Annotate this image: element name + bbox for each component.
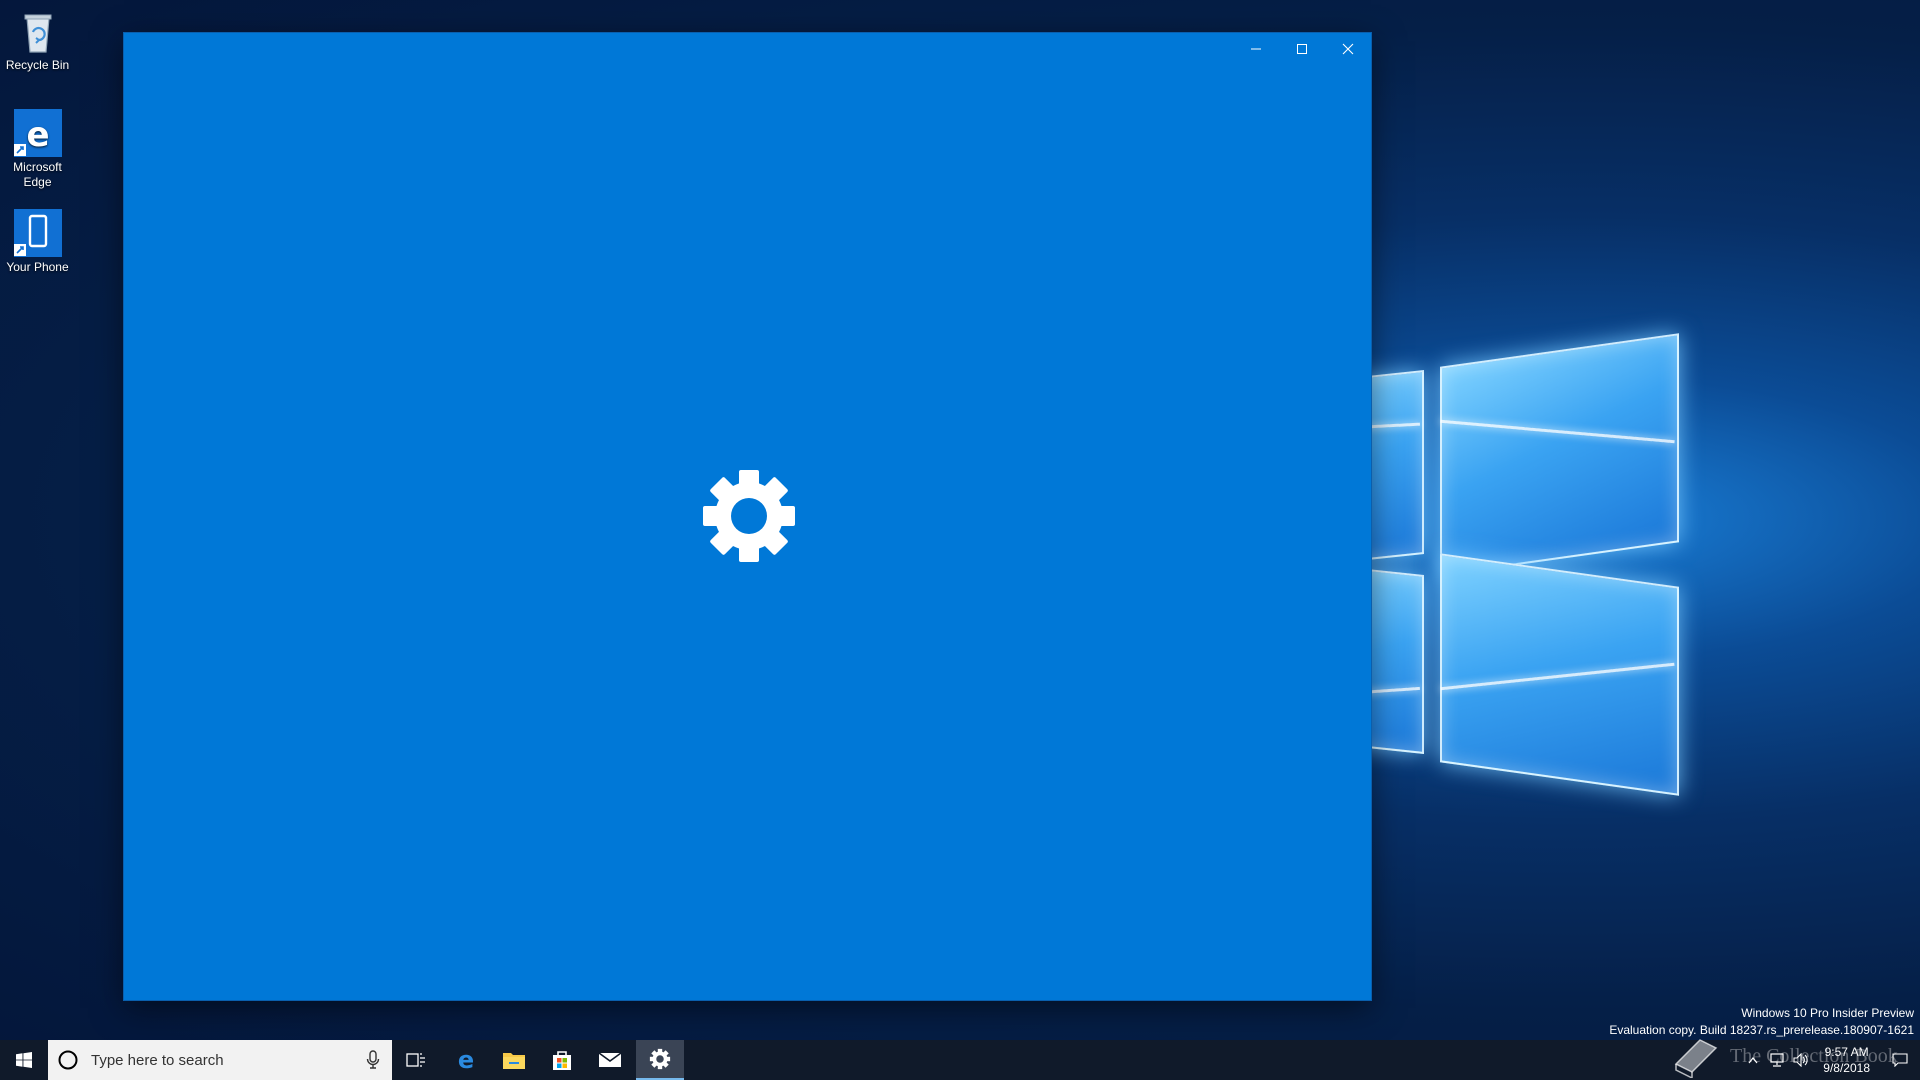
build-watermark: Windows 10 Pro Insider Preview Evaluatio… xyxy=(1609,1005,1914,1039)
volume-icon xyxy=(1793,1053,1808,1067)
task-view-button[interactable] xyxy=(392,1040,440,1080)
clock-date: 9/8/2018 xyxy=(1823,1061,1870,1075)
taskbar-search-box[interactable]: Type here to search xyxy=(48,1040,392,1080)
watermark-build: Evaluation copy. Build 18237.rs_prerelea… xyxy=(1609,1023,1914,1037)
store-icon xyxy=(553,1051,571,1070)
edge-icon: e xyxy=(458,1048,474,1072)
desktop: Recycle Bin e Microsoft Edge Your Phone xyxy=(0,0,1920,1080)
taskbar-file-explorer-button[interactable] xyxy=(490,1040,538,1080)
cortana-icon xyxy=(58,1050,78,1070)
taskbar-edge-button[interactable]: e xyxy=(442,1040,490,1080)
notification-icon xyxy=(1892,1053,1908,1067)
network-icon xyxy=(1770,1053,1784,1067)
clock-time: 9:57 AM xyxy=(1824,1045,1869,1059)
system-tray: 9:57 AM 9/8/2018 xyxy=(1741,1040,1920,1080)
desktop-icon-your-phone[interactable]: Your Phone xyxy=(0,208,75,275)
windows-start-icon xyxy=(16,1052,32,1068)
task-view-icon xyxy=(406,1053,425,1067)
phone-icon xyxy=(13,208,63,258)
edge-icon: e xyxy=(13,108,63,158)
taskbar-mail-button[interactable] xyxy=(586,1040,634,1080)
svg-text:e: e xyxy=(26,115,49,155)
settings-app-window[interactable] xyxy=(124,33,1371,1000)
microphone-icon[interactable] xyxy=(366,1050,380,1070)
close-icon xyxy=(1342,43,1354,55)
start-button[interactable] xyxy=(0,1040,48,1080)
taskbar-store-button[interactable] xyxy=(538,1040,586,1080)
desktop-icon-label: Your Phone xyxy=(6,260,69,274)
maximize-icon xyxy=(1297,44,1307,54)
desktop-icon-microsoft-edge[interactable]: e Microsoft Edge xyxy=(0,108,75,190)
taskbar: Type here to search e 9:57 AM 9/8/2018 xyxy=(0,1040,1920,1080)
settings-icon xyxy=(649,1048,671,1070)
svg-text:e: e xyxy=(458,1048,474,1072)
mail-icon xyxy=(598,1052,622,1067)
windows-logo-wallpaper xyxy=(1329,330,1770,800)
watermark-edition: Windows 10 Pro Insider Preview xyxy=(1741,1006,1914,1020)
maximize-button[interactable] xyxy=(1279,33,1325,65)
minimize-icon xyxy=(1251,48,1261,50)
show-hidden-icons-button[interactable] xyxy=(1741,1040,1765,1080)
close-button[interactable] xyxy=(1325,33,1371,65)
chevron-up-icon xyxy=(1748,1057,1758,1064)
volume-button[interactable] xyxy=(1789,1040,1813,1080)
taskbar-clock[interactable]: 9:57 AM 9/8/2018 xyxy=(1813,1044,1880,1076)
search-placeholder[interactable]: Type here to search xyxy=(91,1052,366,1069)
taskbar-settings-button[interactable] xyxy=(636,1040,684,1080)
action-center-button[interactable] xyxy=(1880,1040,1920,1080)
network-button[interactable] xyxy=(1765,1040,1789,1080)
desktop-icon-recycle-bin[interactable]: Recycle Bin xyxy=(0,6,75,73)
gear-icon xyxy=(703,470,795,562)
desktop-icon-label: Recycle Bin xyxy=(5,58,70,72)
desktop-icon-label: Microsoft Edge xyxy=(13,160,62,189)
minimize-button[interactable] xyxy=(1233,33,1279,65)
recycle-bin-icon xyxy=(13,6,63,56)
file-explorer-icon xyxy=(503,1053,525,1069)
